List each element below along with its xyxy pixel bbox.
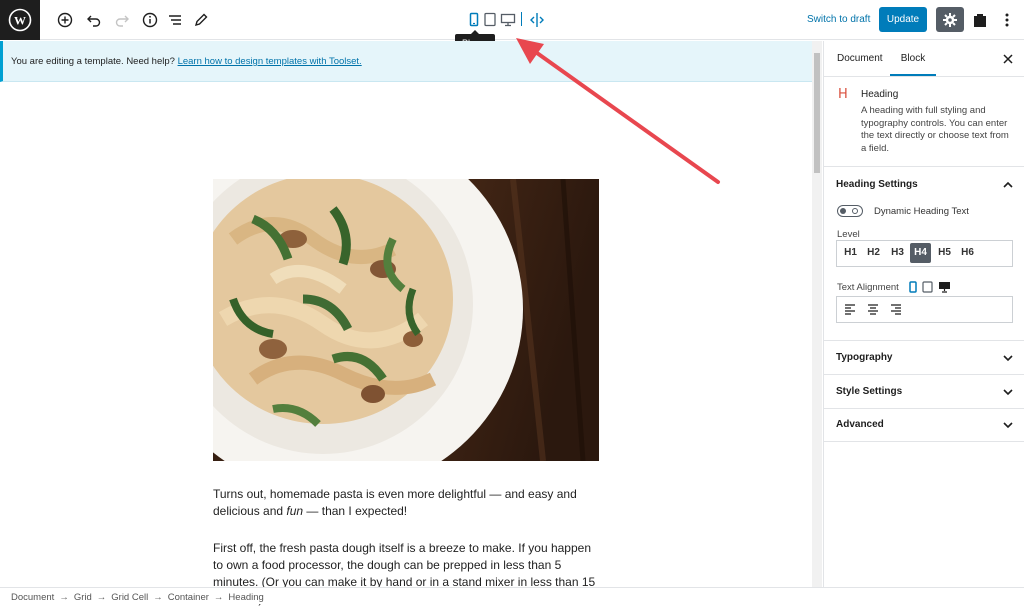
style-settings-panel-title[interactable]: Style Settings bbox=[836, 386, 902, 397]
align-right-icon[interactable] bbox=[890, 303, 902, 315]
chevron-down-icon[interactable] bbox=[1002, 419, 1014, 431]
update-button[interactable]: Update bbox=[879, 7, 927, 32]
breadcrumb-item[interactable]: Container bbox=[168, 592, 209, 603]
heading-block-icon: H bbox=[838, 87, 848, 102]
level-h4-button[interactable]: H4 bbox=[910, 243, 931, 263]
edit-pencil-icon[interactable] bbox=[191, 10, 211, 30]
breadcrumb-item[interactable]: Grid bbox=[74, 592, 92, 603]
redo-icon[interactable] bbox=[112, 10, 132, 30]
desktop-preview-icon[interactable] bbox=[498, 10, 518, 30]
heading-settings-title[interactable]: Heading Settings bbox=[836, 179, 918, 190]
notice-help-link[interactable]: Learn how to design templates with Tools… bbox=[178, 56, 362, 67]
level-h6-button[interactable]: H6 bbox=[957, 243, 978, 263]
tab-block[interactable]: Block bbox=[890, 41, 936, 76]
typography-panel-title[interactable]: Typography bbox=[836, 352, 892, 363]
tablet-preview-icon[interactable] bbox=[480, 10, 500, 30]
level-h1-button[interactable]: H1 bbox=[840, 243, 861, 263]
breadcrumb-arrow-icon: → bbox=[153, 592, 163, 603]
toolset-plugin-icon[interactable] bbox=[970, 10, 990, 30]
level-label: Level bbox=[837, 229, 860, 240]
paragraph-1-text-end: — than I expected! bbox=[303, 504, 408, 518]
breadcrumb-arrow-icon: → bbox=[96, 592, 107, 603]
phone-alignment-icon[interactable] bbox=[908, 281, 918, 293]
toolbar-divider bbox=[521, 12, 522, 26]
text-alignment-label: Text Alignment bbox=[837, 282, 899, 293]
alignment-selector bbox=[836, 296, 1013, 323]
paragraph-1[interactable]: Turns out, homemade pasta is even more d… bbox=[213, 486, 603, 520]
level-h3-button[interactable]: H3 bbox=[887, 243, 908, 263]
chevron-down-icon[interactable] bbox=[1002, 352, 1014, 364]
editor-scrollbar[interactable] bbox=[812, 41, 822, 587]
tablet-alignment-icon[interactable] bbox=[922, 281, 933, 293]
paragraph-1-emphasis: fun bbox=[286, 504, 304, 518]
breadcrumb-item[interactable]: Heading bbox=[228, 592, 263, 603]
level-h2-button[interactable]: H2 bbox=[863, 243, 884, 263]
scrollbar-thumb[interactable] bbox=[814, 53, 820, 173]
breadcrumb-arrow-icon: → bbox=[213, 592, 224, 603]
dynamic-heading-toggle[interactable] bbox=[837, 205, 863, 217]
breadcrumb-arrow-icon: → bbox=[59, 592, 69, 603]
wordpress-logo-icon[interactable]: W bbox=[0, 0, 40, 40]
annotation-arrow bbox=[516, 38, 720, 184]
block-name: Heading bbox=[861, 89, 899, 100]
switch-to-draft-link[interactable]: Switch to draft bbox=[807, 14, 870, 25]
add-block-icon[interactable] bbox=[55, 10, 75, 30]
tab-document[interactable]: Document bbox=[837, 41, 883, 76]
responsive-width-icon[interactable] bbox=[527, 10, 547, 30]
block-breadcrumb: Document → Grid → Grid Cell → Container → Headin… bbox=[0, 587, 1024, 604]
breadcrumb-item[interactable]: Grid Cell bbox=[111, 592, 148, 603]
undo-icon[interactable] bbox=[84, 10, 104, 30]
chevron-up-icon[interactable] bbox=[1002, 179, 1014, 191]
settings-gear-icon[interactable] bbox=[936, 7, 964, 32]
notice-text: You are editing a template. Need help? bbox=[11, 56, 175, 67]
svg-text:W: W bbox=[14, 14, 26, 28]
settings-sidebar: Document Block H Heading A heading with … bbox=[823, 41, 1024, 587]
info-icon[interactable] bbox=[140, 10, 160, 30]
breadcrumb-item[interactable]: Document bbox=[11, 592, 54, 603]
chevron-down-icon[interactable] bbox=[1002, 386, 1014, 398]
block-navigation-icon[interactable] bbox=[165, 10, 185, 30]
pasta-dish-image[interactable] bbox=[213, 179, 599, 461]
close-sidebar-icon[interactable] bbox=[1002, 52, 1014, 70]
advanced-panel-title[interactable]: Advanced bbox=[836, 419, 884, 430]
block-description: A heading with full styling and typograp… bbox=[861, 105, 1009, 154]
dynamic-heading-label: Dynamic Heading Text bbox=[874, 206, 969, 217]
desktop-alignment-icon[interactable] bbox=[938, 281, 951, 293]
align-center-icon[interactable] bbox=[867, 303, 879, 315]
level-h5-button[interactable]: H5 bbox=[934, 243, 955, 263]
align-left-icon[interactable] bbox=[844, 303, 856, 315]
more-options-icon[interactable] bbox=[997, 10, 1017, 30]
